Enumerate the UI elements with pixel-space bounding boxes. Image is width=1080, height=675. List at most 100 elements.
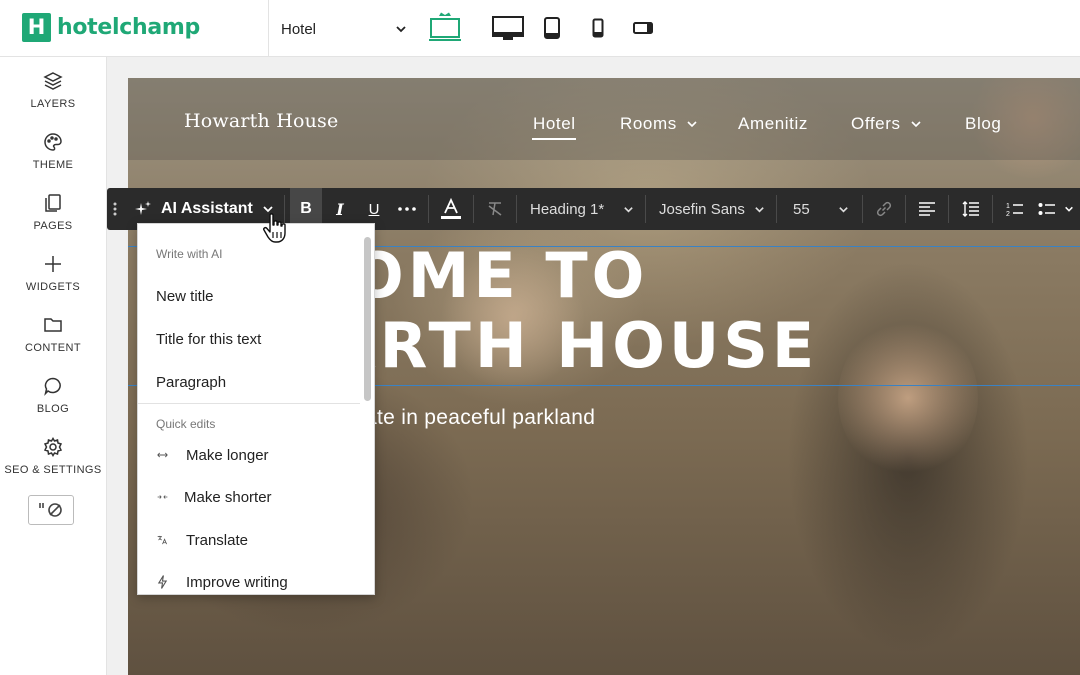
sidebar-item-label: SEO & SETTINGS: [4, 464, 102, 476]
palette-icon: [42, 131, 64, 153]
desktop-preview-icon[interactable]: [427, 10, 463, 46]
menu-item-label: Paragraph: [156, 373, 227, 391]
menu-divider: [138, 403, 360, 404]
sidebar-item-pages[interactable]: PAGES: [0, 192, 106, 248]
mobile-landscape-icon[interactable]: [631, 10, 655, 46]
translate-icon: [138, 533, 168, 547]
bulleted-list-icon: [1038, 203, 1055, 215]
lightning-icon: [138, 574, 168, 590]
chevron-down-icon: [687, 121, 697, 128]
left-sidebar: LAYERS THEME PAGES WIDGETS CONTENT BLOG …: [0, 57, 107, 675]
logo[interactable]: H hotelchamp: [22, 13, 200, 42]
menu-item-label: Improve writing: [186, 573, 288, 591]
menu-item-improve-writing[interactable]: Improve writing: [138, 564, 358, 594]
toolbar-divider: [948, 195, 949, 223]
numbered-list-button[interactable]: 12: [1000, 188, 1030, 230]
hero-subtitle[interactable]: ate in peaceful parkland: [365, 406, 595, 430]
more-dots-icon: [398, 207, 416, 211]
sidebar-item-label: LAYERS: [30, 98, 76, 110]
sidebar-item-widgets[interactable]: WIDGETS: [0, 253, 106, 309]
sidebar-item-label: CONTENT: [25, 342, 81, 354]
menu-scrollbar[interactable]: [364, 237, 371, 401]
chevron-down-icon: [624, 206, 633, 213]
site-nav-label: Blog: [965, 114, 1002, 133]
more-options-button[interactable]: [392, 188, 422, 230]
italic-icon: I: [336, 199, 344, 219]
line-height-icon: [962, 201, 979, 217]
mobile-icon[interactable]: [588, 10, 608, 46]
site-select-value: Hotel: [281, 20, 317, 38]
sidebar-item-label: BLOG: [36, 403, 70, 415]
no-code-toggle-button[interactable]: [28, 495, 74, 525]
svg-text:2: 2: [1006, 211, 1010, 217]
menu-item-label: Make longer: [186, 446, 269, 464]
desktop-icon[interactable]: [490, 10, 526, 46]
sidebar-item-label: THEME: [32, 159, 74, 171]
link-button[interactable]: [869, 188, 899, 230]
menu-item-label: Make shorter: [184, 488, 272, 506]
menu-item-label: Translate: [186, 531, 248, 549]
font-size-select[interactable]: 55: [793, 188, 849, 230]
site-brand[interactable]: Howarth House: [184, 110, 338, 132]
no-code-toggle-icon: [39, 503, 62, 517]
sidebar-item-seo-settings[interactable]: SEO & SETTINGS: [0, 436, 106, 492]
toolbar-divider: [905, 195, 906, 223]
chevron-down-icon: [396, 26, 406, 33]
site-nav-label: Hotel: [533, 114, 576, 133]
logo-text: hotelchamp: [57, 15, 200, 40]
logo-mark: H: [22, 13, 51, 42]
editor-app: H hotelchamp Hotel LAYERS THEME PAGES WI…: [0, 0, 1080, 675]
sidebar-item-blog[interactable]: BLOG: [0, 375, 106, 431]
menu-item-translate[interactable]: Translate: [138, 522, 358, 558]
line-height-button[interactable]: [956, 188, 986, 230]
font-family-select[interactable]: Josefin Sans: [659, 188, 765, 230]
site-nav-hotel[interactable]: Hotel: [533, 114, 576, 134]
chat-bubble-icon: [42, 375, 64, 397]
sidebar-item-layers[interactable]: LAYERS: [0, 70, 106, 126]
site-select[interactable]: Hotel: [281, 18, 407, 40]
text-color-button[interactable]: [435, 188, 467, 230]
text-style-select[interactable]: Heading 1*: [530, 188, 634, 230]
tablet-icon[interactable]: [540, 10, 564, 46]
sidebar-item-label: WIDGETS: [25, 281, 81, 293]
menu-item-make-shorter[interactable]: Make shorter: [138, 479, 358, 515]
underline-icon: U: [368, 200, 380, 218]
sidebar-item-content[interactable]: CONTENT: [0, 314, 106, 370]
sidebar-item-theme[interactable]: THEME: [0, 131, 106, 187]
clear-format-icon: [488, 202, 502, 216]
align-left-button[interactable]: [912, 188, 942, 230]
toolbar-divider: [473, 195, 474, 223]
chevron-down-icon: [755, 206, 764, 213]
chevron-down-icon: [911, 121, 921, 128]
site-nav-rooms[interactable]: Rooms: [620, 114, 698, 134]
clear-format-button[interactable]: [480, 188, 510, 230]
expand-arrows-icon: [138, 450, 168, 460]
drag-handle-icon[interactable]: [112, 201, 118, 217]
ai-assistant-menu: Write with AI New title Title for this t…: [137, 223, 375, 595]
bulleted-list-button[interactable]: [1034, 188, 1078, 230]
top-bar: H hotelchamp Hotel: [0, 0, 1080, 57]
toolbar-divider: [516, 195, 517, 223]
ai-assistant-label: AI Assistant: [161, 200, 253, 217]
site-nav-blog[interactable]: Blog: [965, 114, 1001, 134]
menu-item-make-longer[interactable]: Make longer: [138, 437, 358, 473]
menu-section-title: Write with AI: [156, 247, 223, 261]
toolbar-divider: [645, 195, 646, 223]
sidebar-item-label: PAGES: [33, 220, 73, 232]
active-nav-indicator: [532, 138, 576, 140]
menu-item-paragraph[interactable]: Paragraph: [138, 364, 358, 400]
toolbar-divider: [428, 195, 429, 223]
font-size-value: 55: [793, 200, 810, 218]
sparkle-icon: [135, 201, 151, 215]
align-left-icon: [919, 202, 935, 216]
site-nav-label: Amenitiz: [738, 114, 808, 133]
menu-section-title: Quick edits: [156, 417, 216, 431]
site-nav-offers[interactable]: Offers: [851, 114, 922, 134]
site-nav-amenitiz[interactable]: Amenitiz: [738, 114, 808, 134]
svg-text:1: 1: [1006, 203, 1010, 210]
menu-item-new-title[interactable]: New title: [138, 278, 358, 314]
folder-icon: [42, 314, 64, 336]
bold-icon: B: [300, 200, 312, 217]
link-icon: [876, 201, 892, 217]
menu-item-title-for-text[interactable]: Title for this text: [138, 321, 358, 357]
